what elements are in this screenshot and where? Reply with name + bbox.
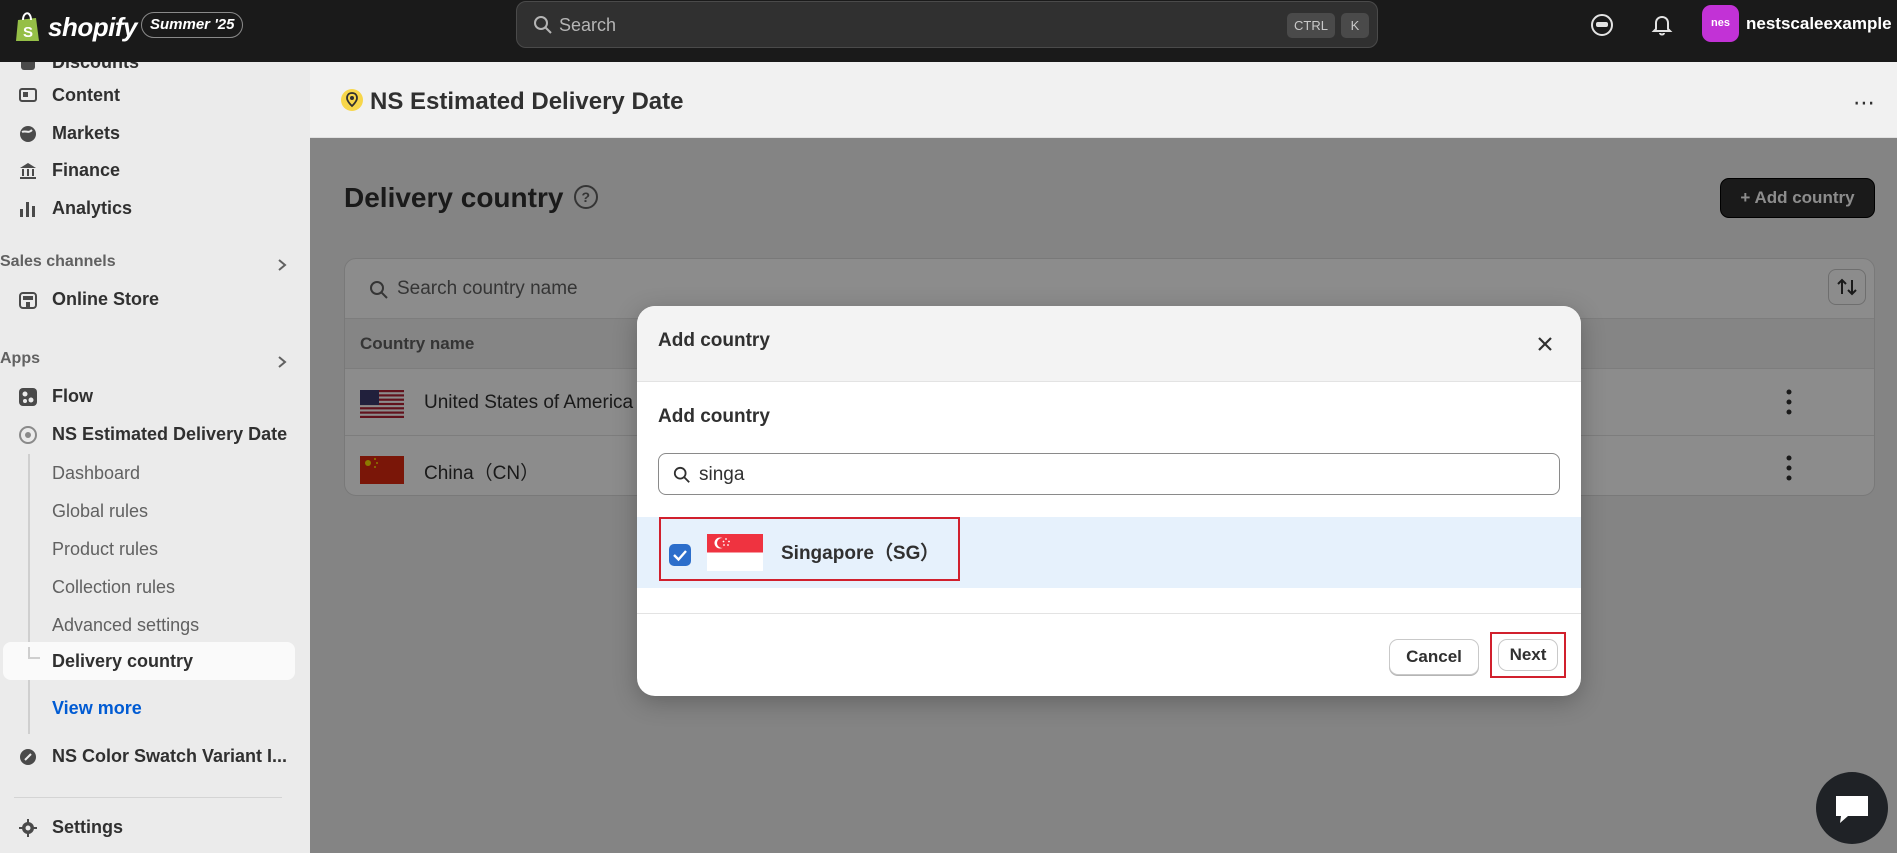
next-button[interactable]: Next [1498,639,1558,671]
bank-icon [18,161,38,181]
svg-text:S: S [23,24,33,41]
sidekick-icon[interactable] [1589,12,1615,38]
add-country-modal: Add country Add country singa Singapore（… [637,306,1581,696]
content-icon [18,86,38,106]
sidebar-subitem-advanced-settings[interactable]: Advanced settings [52,615,199,636]
sidebar-item-label: Discounts [52,62,139,73]
discount-icon [18,62,38,73]
view-more-link[interactable]: View more [52,698,142,719]
sidebar-divider [14,797,282,798]
search-icon [533,15,553,35]
app-title: NS Estimated Delivery Date [370,88,683,116]
sidebar-item-ns-color-swatch[interactable]: NS Color Swatch Variant I... [0,739,295,773]
gear-icon [18,818,38,838]
location-pin-app-icon [18,425,38,445]
sidebar-item-label: Analytics [52,198,132,219]
sidebar-item-label: Content [52,85,120,106]
country-search-input[interactable]: singa [658,453,1560,495]
store-menu[interactable]: nes nestscaleexample [1702,5,1892,42]
sidebar-item-label: Delivery country [52,651,193,672]
sidebar-item-label: Finance [52,160,120,181]
notification-bell-icon[interactable] [1649,12,1675,38]
sidebar-item-discounts[interactable]: Discounts [0,62,295,79]
sidebar-item-label: Settings [52,817,123,838]
sidebar-subitem-collection-rules[interactable]: Collection rules [52,577,175,598]
globe-icon [18,124,38,144]
global-search[interactable]: Search CTRL K [516,1,1378,48]
search-icon [673,466,691,484]
modal-field-label: Add country [658,406,770,428]
modal-footer-divider [637,613,1581,614]
logo-text: shopify [48,12,137,43]
chevron-right-icon[interactable] [275,258,289,272]
sidebar-item-label: NS Estimated Delivery Date [52,424,287,445]
edition-badge[interactable]: Summer '25 [141,12,243,38]
sidebar-subitem-dashboard[interactable]: Dashboard [52,463,140,484]
sidebar-item-online-store[interactable]: Online Store [0,282,295,316]
sidebar-item-finance[interactable]: Finance [0,153,295,187]
sidebar-subitem-product-rules[interactable]: Product rules [52,539,158,560]
shortcut-k: K [1341,13,1369,38]
next-button-highlight: Next [1490,632,1566,678]
search-placeholder: Search [559,15,616,36]
tree-line [28,454,30,734]
shopify-bag-icon: S [14,11,42,43]
sidebar-item-label: NS Color Swatch Variant I... [52,746,287,767]
store-avatar: nes [1702,5,1739,42]
sidebar-item-analytics[interactable]: Analytics [0,191,295,225]
top-bar: S shopify Summer '25 Search CTRL K nes n… [0,0,1897,62]
cancel-button[interactable]: Cancel [1389,639,1479,675]
chat-icon [1816,772,1888,844]
store-icon [18,290,38,310]
sidebar-item-label: Online Store [52,289,159,310]
result-highlight-box [659,517,960,581]
sidebar-item-flow[interactable]: Flow [0,379,295,413]
more-actions-icon[interactable]: ⋯ [1853,90,1876,116]
close-icon[interactable] [1535,334,1555,354]
app-header: NS Estimated Delivery Date ⋯ [310,62,1897,138]
store-name: nestscaleexample [1746,14,1892,34]
sidebar-item-content[interactable]: Content [0,78,295,112]
country-search-value: singa [699,464,744,486]
flow-icon [18,387,38,407]
sidebar-item-settings[interactable]: Settings [0,810,295,844]
chat-widget[interactable] [1816,772,1888,844]
sales-channels-heading: Sales channels [0,253,116,271]
modal-header: Add country [637,306,1581,382]
sidebar-item-ns-estimated-delivery[interactable]: NS Estimated Delivery Date [0,417,295,451]
sidebar-item-label: Markets [52,123,120,144]
sidebar-item-markets[interactable]: Markets [0,116,295,150]
shopify-logo[interactable]: S shopify [14,11,137,43]
color-swatch-app-icon [18,747,38,767]
modal-title: Add country [658,330,770,352]
apps-heading: Apps [0,350,40,368]
sidebar-subitem-delivery-country[interactable]: Delivery country [3,642,295,680]
chevron-right-icon[interactable] [275,355,289,369]
location-pin-app-icon [340,88,364,112]
sidebar-item-label: Flow [52,386,93,407]
sidebar: Discounts Content Markets Finance Analyt… [0,62,310,853]
bar-chart-icon [18,199,38,219]
tree-elbow [28,647,40,659]
sidebar-subitem-global-rules[interactable]: Global rules [52,501,148,522]
shortcut-ctrl: CTRL [1287,13,1335,38]
